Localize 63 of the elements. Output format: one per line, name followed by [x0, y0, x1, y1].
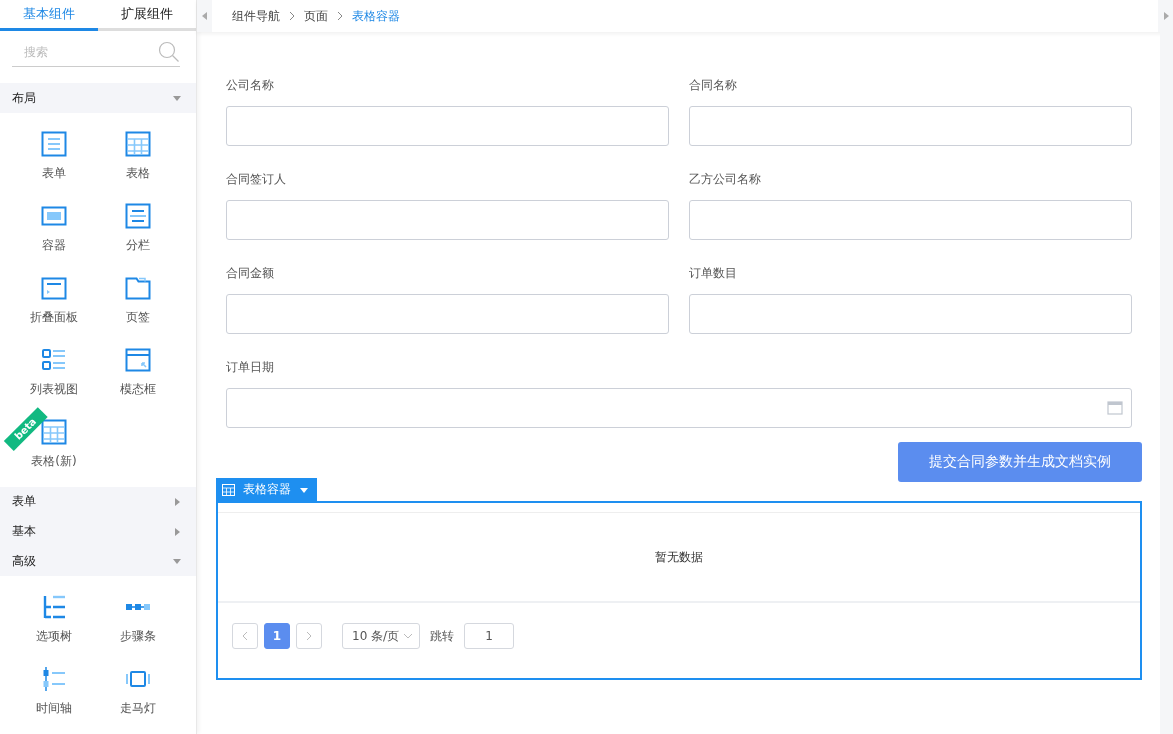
- table-icon: [41, 419, 67, 446]
- input-field[interactable]: [226, 200, 669, 240]
- tree-icon: [41, 594, 67, 620]
- chevron-right-icon: [288, 11, 296, 21]
- jump-label: 跳转: [430, 627, 454, 645]
- form-icon: [41, 131, 67, 158]
- caret-right-icon: [172, 496, 182, 507]
- collapse-toggle[interactable]: [197, 0, 212, 32]
- chevron-down-icon: [403, 633, 413, 639]
- collapse-panel-icon: [41, 275, 67, 302]
- breadcrumb-link[interactable]: 页面: [304, 7, 328, 25]
- component-label[interactable]: 表格(新): [31, 453, 77, 471]
- component-label[interactable]: 走马灯: [120, 700, 156, 717]
- component-label[interactable]: 选项树: [36, 628, 72, 645]
- next-page-button[interactable]: [296, 623, 322, 649]
- steps-icon: [125, 603, 151, 611]
- section-header[interactable]: 表单: [0, 487, 196, 517]
- input-field[interactable]: [226, 294, 669, 334]
- chevron-right-icon: [305, 631, 313, 641]
- folder-icon: [125, 275, 151, 302]
- empty-text: 暂无数据: [655, 548, 703, 566]
- columns-icon: [125, 203, 151, 230]
- field-label: 订单数目: [689, 265, 738, 282]
- search-icon[interactable]: [158, 41, 180, 64]
- field-label: 订单日期: [226, 359, 275, 376]
- input-field[interactable]: [226, 106, 669, 146]
- section-header[interactable]: 布局: [0, 83, 196, 114]
- input-field[interactable]: [689, 106, 1132, 146]
- input-field[interactable]: [689, 200, 1132, 240]
- component-label[interactable]: 分栏: [126, 237, 150, 255]
- component-label[interactable]: 页签: [126, 309, 150, 327]
- prev-page-button[interactable]: [232, 623, 258, 649]
- chevron-right-icon: [336, 11, 344, 21]
- component-label[interactable]: 表格: [126, 165, 150, 183]
- breadcrumb-link[interactable]: 组件导航: [232, 7, 280, 25]
- field-label: 合同签订人: [226, 171, 287, 188]
- section-header[interactable]: 高级: [0, 546, 196, 576]
- breadcrumb-link[interactable]: 表格容器: [352, 7, 400, 25]
- calendar-icon[interactable]: [1107, 401, 1123, 415]
- chevron-left-icon: [241, 631, 249, 641]
- component-label[interactable]: 表单: [42, 165, 66, 183]
- expand-toggle[interactable]: [1158, 0, 1173, 32]
- component-label[interactable]: 折叠面板: [30, 309, 78, 327]
- field-label: 合同名称: [689, 77, 738, 94]
- component-label[interactable]: 步骤条: [120, 628, 156, 645]
- field-label: 公司名称: [226, 77, 275, 94]
- table-icon: [125, 131, 151, 158]
- sidebar-tab[interactable]: 基本组件: [0, 0, 98, 31]
- component-label[interactable]: 时间轴: [36, 700, 72, 717]
- table-icon: [222, 483, 235, 496]
- field-label: 乙方公司名称: [689, 171, 762, 188]
- page-size-select[interactable]: 10 条/页: [342, 623, 420, 649]
- input-field[interactable]: [689, 294, 1132, 334]
- section-header[interactable]: 基本: [0, 516, 196, 547]
- component-label[interactable]: 模态框: [120, 381, 156, 399]
- date-field[interactable]: [226, 388, 1132, 428]
- component-label[interactable]: 列表视图: [30, 381, 78, 399]
- component-label[interactable]: 容器: [42, 237, 66, 255]
- window-icon: [125, 347, 151, 374]
- jump-input[interactable]: 1: [464, 623, 514, 649]
- timeline-icon: [41, 666, 67, 692]
- field-label: 合同金额: [226, 265, 275, 282]
- caret-right-icon: [172, 526, 182, 537]
